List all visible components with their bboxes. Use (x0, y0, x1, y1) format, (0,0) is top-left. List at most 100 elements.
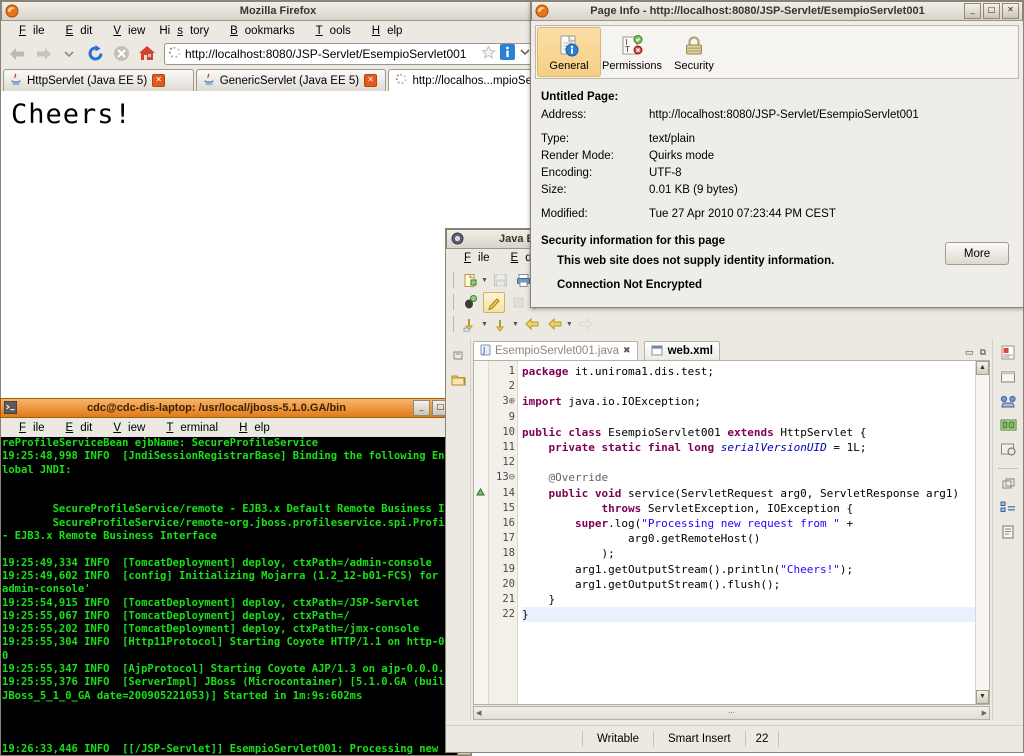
terminal-body[interactable]: reProfileServiceBean ejbName: SecureProf… (0, 437, 472, 756)
snippets-icon[interactable] (1000, 418, 1017, 435)
code-line[interactable]: package it.uniroma1.dis.test; (522, 364, 975, 379)
menu-view[interactable]: View (99, 24, 152, 38)
tab-esempioservlet[interactable]: http://localhos...mpioSe (388, 69, 539, 91)
debug-icon[interactable] (460, 293, 480, 312)
scroll-up-icon[interactable]: ▲ (976, 361, 989, 375)
stop-icon[interactable] (109, 43, 133, 65)
minimize-icon[interactable]: ▭ (965, 347, 974, 358)
maximize-button[interactable]: □ (983, 3, 1000, 19)
firefox-navigation-toolbar[interactable]: http://localhost:8080/JSP-Servlet/Esempi… (1, 40, 539, 67)
page-info-tabs[interactable]: General IT Permissions Security (535, 25, 1019, 79)
menu-bookmarks[interactable]: Bookmarks (216, 24, 302, 38)
external-tools-icon[interactable] (508, 293, 528, 312)
menu-terminal[interactable]: Terminal (152, 421, 225, 435)
close-button[interactable]: ✕ (1002, 3, 1019, 19)
field-value[interactable]: Quirks mode (649, 148, 1013, 164)
scrollbar-grip[interactable]: ⋯ (728, 709, 735, 717)
field-value[interactable]: text/plain (649, 131, 1013, 147)
back-icon[interactable] (522, 315, 542, 334)
eclipse-left-fastview-bar[interactable] (446, 339, 471, 720)
menu-tools[interactable]: Tools (302, 24, 358, 38)
menu-edit[interactable]: Edit (52, 24, 100, 38)
field-value[interactable]: UTF-8 (649, 165, 1013, 181)
console-icon[interactable] (1000, 370, 1016, 387)
menu-file[interactable]: File (5, 421, 52, 435)
toolbar-row-navigate[interactable]: ▼ ▼ ▼ (450, 313, 1019, 335)
tab-permissions[interactable]: IT Permissions (601, 27, 663, 77)
page-info-window[interactable]: Page Info - http://localhost:8080/JSP-Se… (530, 0, 1024, 308)
close-icon[interactable]: ✖ (623, 346, 631, 356)
minimize-button[interactable]: _ (413, 400, 430, 416)
scroll-right-icon[interactable]: ▶ (982, 709, 987, 717)
editor-tab-esempioservlet[interactable]: J EsempioServlet001.java ✖ (473, 341, 638, 360)
field-value[interactable]: http://localhost:8080/JSP-Servlet/Esempi… (649, 107, 1013, 123)
editor-vertical-scrollbar[interactable]: ▲ ▼ (975, 361, 989, 704)
maximize-icon[interactable]: ⧉ (980, 347, 986, 358)
terminal-window[interactable]: cdc@cdc-dis-laptop: /usr/local/jboss-5.1… (0, 398, 472, 756)
servers-icon[interactable] (1000, 394, 1017, 411)
menu-file[interactable]: File (450, 251, 497, 265)
tab-genericservlet[interactable]: GenericServlet (Java EE 5) ✕ (195, 69, 387, 91)
code-line[interactable] (522, 379, 975, 394)
close-icon[interactable]: ✕ (152, 74, 166, 87)
tab-security[interactable]: Security (663, 27, 725, 77)
code-line[interactable]: arg1.getOutputStream().flush(); (522, 577, 975, 592)
editor-horizontal-scrollbar[interactable]: ◀ ⋯ ▶ (473, 706, 990, 720)
code-line[interactable]: arg0.getRemoteHost() (522, 531, 975, 546)
menu-help[interactable]: Help (358, 24, 410, 38)
javadoc-icon[interactable] (1001, 525, 1015, 542)
forward-icon[interactable] (545, 315, 565, 334)
url-bar[interactable]: http://localhost:8080/JSP-Servlet/Esempi… (164, 42, 535, 65)
editor-horizontal-scroll-row[interactable]: ◀ ⋯ ▶ (473, 706, 990, 720)
hierarchy-icon[interactable] (1000, 501, 1016, 518)
editor-tab-webxml[interactable]: web.xml (643, 341, 720, 360)
history-dropdown-icon[interactable] (57, 43, 81, 65)
close-icon[interactable]: ✕ (364, 74, 378, 87)
next-annotation-icon[interactable] (460, 315, 480, 334)
menu-file[interactable]: File (5, 24, 52, 38)
firefox-tab-bar[interactable]: HttpServlet (Java EE 5) ✕ GenericServlet… (1, 67, 539, 91)
problems-icon[interactable] (1000, 442, 1016, 459)
forward-dropdown-icon[interactable]: ▼ (566, 321, 573, 328)
menu-history[interactable]: Hi s tory (152, 24, 216, 38)
code-line[interactable]: throws ServletException, IOException { (522, 501, 975, 516)
code-line[interactable]: import java.io.IOException; (522, 394, 975, 409)
annotation-ruler[interactable] (474, 361, 489, 704)
url-input[interactable]: http://localhost:8080/JSP-Servlet/Esempi… (185, 47, 477, 61)
code-line[interactable]: } (522, 607, 975, 623)
java-source-editor[interactable]: 1 2 3⊕ 9 10 11 12 13⊖ 14 15 16 17 18 19 20 21 22 package… (473, 360, 990, 705)
previous-annotation-dropdown-icon[interactable]: ▼ (512, 321, 519, 328)
code-line[interactable]: } (522, 592, 975, 607)
forward-disabled-icon[interactable] (576, 315, 596, 334)
tab-general[interactable]: General (537, 27, 601, 77)
outline-icon[interactable] (1002, 478, 1015, 494)
scroll-left-icon[interactable]: ◀ (476, 709, 481, 717)
editor-tab-strip[interactable]: J EsempioServlet001.java ✖ web.xml ▭ ⧉ (473, 341, 990, 360)
menu-view[interactable]: View (99, 421, 152, 435)
menu-edit[interactable]: Edit (52, 421, 100, 435)
firefox-menubar[interactable]: File Edit View Hi s tory Bookmarks Tools H… (1, 21, 539, 40)
code-line[interactable]: @Override (522, 470, 975, 485)
next-annotation-dropdown-icon[interactable]: ▼ (481, 321, 488, 328)
run-icon[interactable] (483, 291, 505, 313)
menu-help[interactable]: Help (225, 421, 277, 435)
previous-annotation-icon[interactable] (491, 315, 511, 334)
more-button[interactable]: More (945, 242, 1009, 265)
page-info-window-buttons[interactable]: _ □ ✕ (964, 3, 1019, 19)
new-icon[interactable] (460, 271, 480, 290)
home-icon[interactable] (135, 43, 159, 65)
reload-icon[interactable] (83, 43, 107, 65)
code-line[interactable]: ); (522, 546, 975, 561)
back-icon[interactable] (5, 43, 29, 65)
page-info-titlebar[interactable]: Page Info - http://localhost:8080/JSP-Se… (531, 1, 1023, 21)
tab-httpservlet[interactable]: HttpServlet (Java EE 5) ✕ (3, 69, 194, 91)
restore-icon[interactable] (452, 349, 465, 365)
scroll-down-icon[interactable]: ▼ (976, 690, 989, 704)
source-code[interactable]: package it.uniroma1.dis.test; import jav… (518, 361, 975, 704)
code-line[interactable]: arg1.getOutputStream().println("Cheers!"… (522, 562, 975, 577)
star-icon[interactable] (481, 44, 496, 63)
field-value[interactable]: Tue 27 Apr 2010 07:23:44 PM CEST (649, 206, 1013, 222)
terminal-menubar[interactable]: File Edit View Terminal Help (0, 418, 472, 437)
site-identity-icon[interactable] (500, 44, 515, 63)
code-line[interactable]: private static final long serialVersionU… (522, 440, 975, 455)
